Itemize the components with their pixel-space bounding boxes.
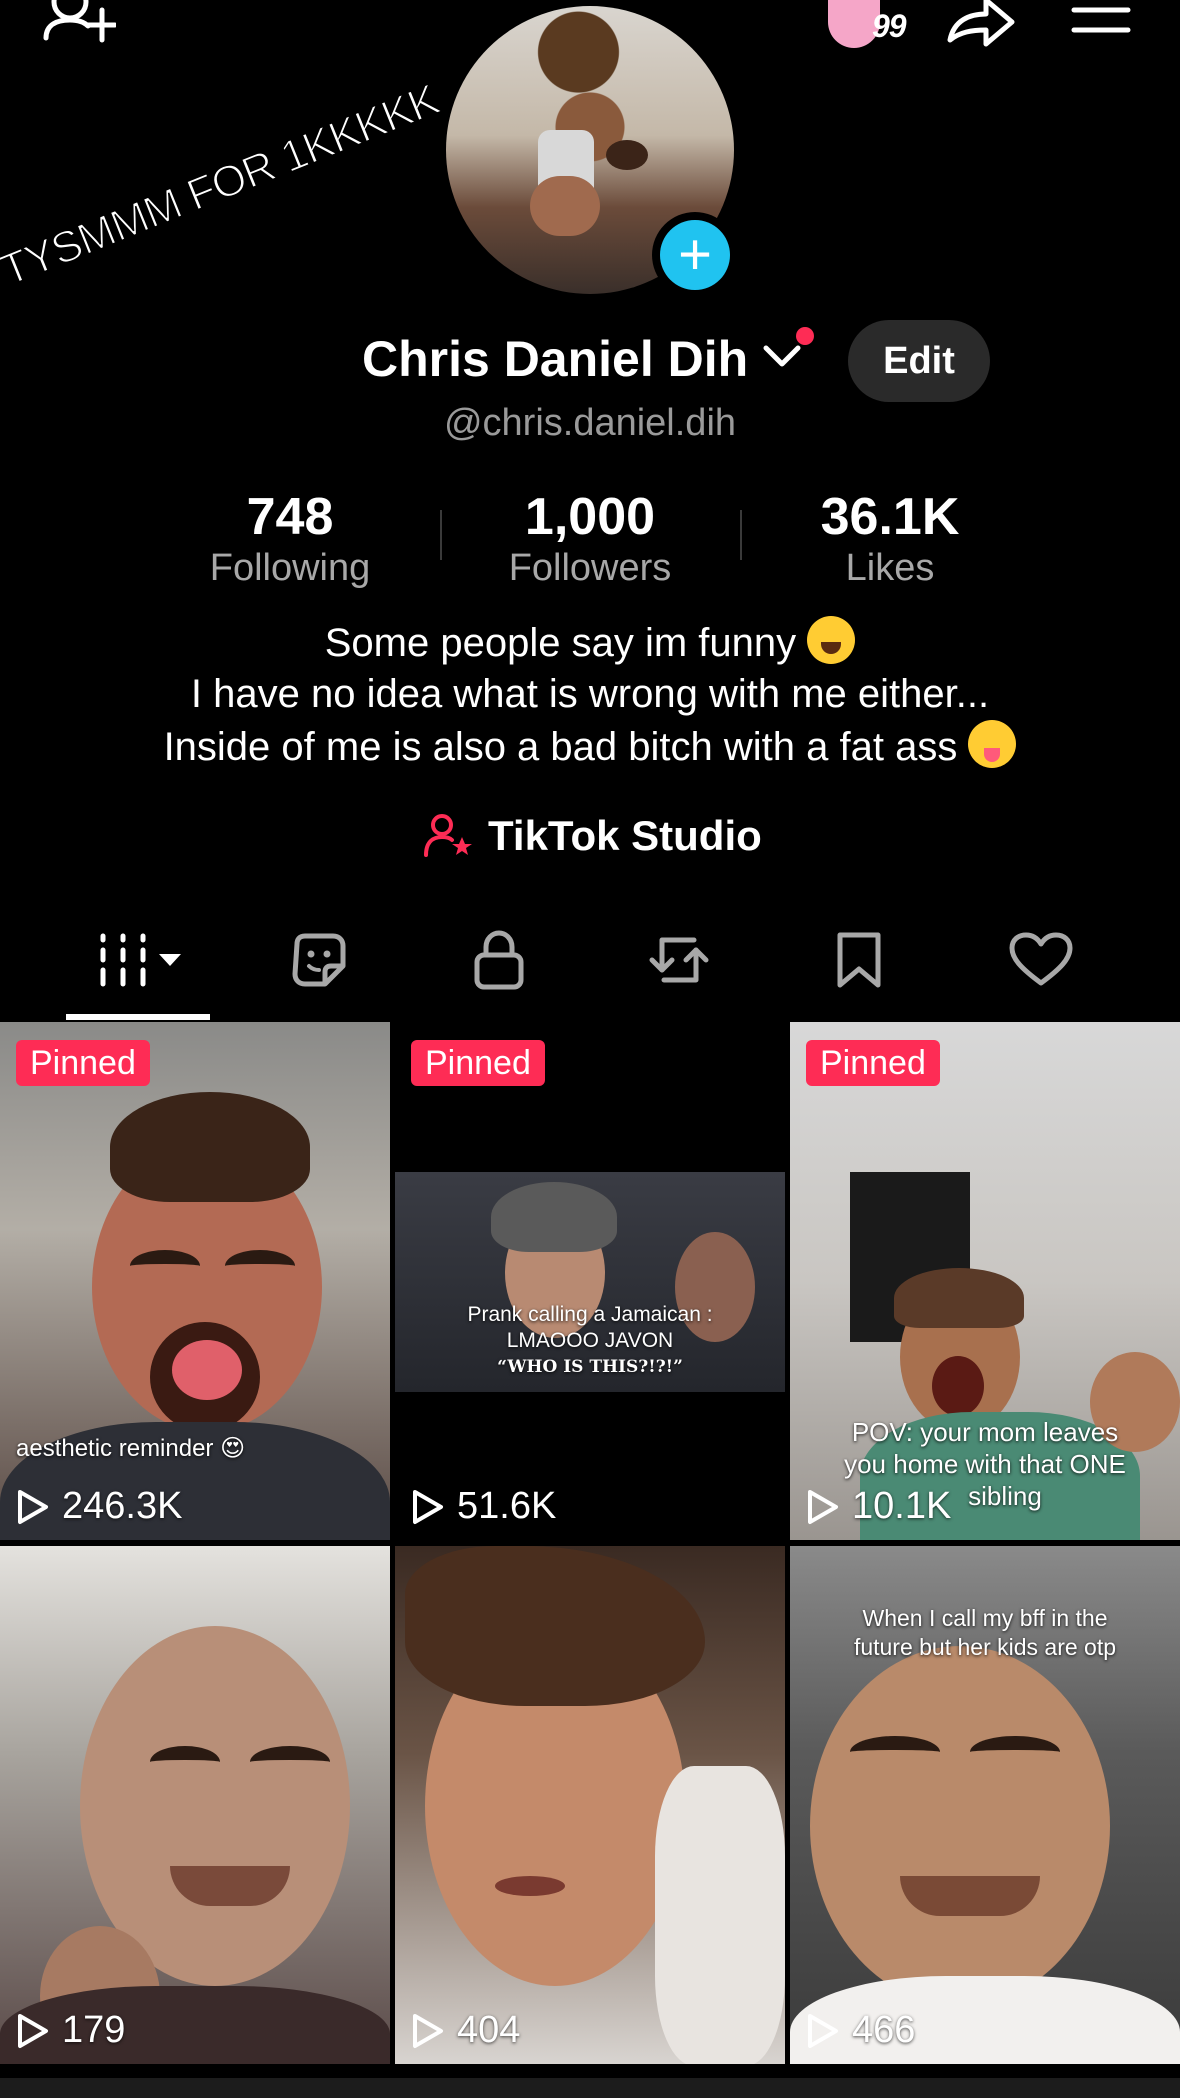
play-icon: [413, 1489, 443, 1524]
stat-label: Following: [209, 547, 371, 589]
video-thumbnail[interactable]: 404: [395, 1546, 785, 2064]
bio-line: Inside of me is also a bad bitch with a …: [163, 725, 958, 769]
stat-following[interactable]: 748 Following: [140, 488, 440, 590]
view-count: 179: [16, 2009, 125, 2052]
add-avatar-button[interactable]: +: [652, 212, 738, 298]
play-icon: [413, 2013, 443, 2048]
plus-icon: +: [660, 220, 730, 290]
chevron-down-icon[interactable]: [762, 340, 802, 375]
menu-icon[interactable]: [1070, 0, 1132, 40]
pinned-badge: Pinned: [16, 1040, 150, 1086]
video-caption: aesthetic reminder 😍: [16, 1435, 246, 1462]
profile-bio: Some people say im funny I have no idea …: [0, 616, 1180, 773]
sticker-icon: [292, 933, 346, 987]
creator-star-icon: [424, 814, 472, 857]
stat-label: Followers: [508, 547, 672, 589]
video-thumbnail[interactable]: When I call my bff in the future but her…: [790, 1546, 1180, 2064]
video-caption: Prank calling a Jamaican : LMAOOO JAVON …: [467, 1303, 713, 1377]
play-icon: [18, 1489, 48, 1524]
inbox-badge[interactable]: 99: [828, 0, 907, 48]
stat-value: 748: [246, 488, 334, 546]
inbox-count: 99: [872, 8, 907, 44]
bookmark-icon: [837, 932, 881, 988]
stat-likes[interactable]: 36.1K Likes: [740, 488, 1040, 590]
play-icon: [808, 2013, 838, 2048]
tab-favorites[interactable]: [784, 910, 934, 1010]
view-count: 246.3K: [16, 1485, 182, 1528]
play-icon: [808, 1489, 838, 1524]
video-caption: When I call my bff in the future but her…: [853, 1605, 1117, 1660]
notification-dot: [796, 327, 814, 345]
studio-label: TikTok Studio: [488, 812, 762, 859]
view-count: 466: [806, 2009, 915, 2052]
pinned-badge: Pinned: [806, 1040, 940, 1086]
tiktok-studio-link[interactable]: TikTok Studio: [424, 812, 762, 860]
share-icon[interactable]: [944, 0, 1016, 50]
profile-name: Chris Daniel Dih: [362, 331, 749, 387]
active-tab-indicator: [66, 1014, 210, 1020]
play-icon: [18, 2013, 48, 2048]
view-count: 10.1K: [806, 1485, 951, 1528]
video-thumbnail[interactable]: Pinned POV: your mom leaves you home wit…: [790, 1022, 1180, 1540]
next-row-preview: [0, 2078, 1180, 2098]
view-count: 51.6K: [411, 1485, 556, 1528]
stat-label: Likes: [845, 547, 935, 589]
pinned-badge: Pinned: [411, 1040, 545, 1086]
tab-stickers[interactable]: [244, 910, 394, 1010]
video-thumbnail[interactable]: Pinned aesthetic reminder 😍 246.3K: [0, 1022, 390, 1540]
view-count: 404: [411, 2009, 520, 2052]
stat-value: 1,000: [524, 488, 656, 546]
tab-videos[interactable]: [64, 910, 214, 1010]
profile-handle: @chris.daniel.dih: [443, 402, 737, 444]
bio-line: Some people say im funny: [324, 621, 797, 665]
edit-profile-button[interactable]: Edit: [848, 320, 990, 402]
crying-emoji-icon: [807, 616, 856, 664]
heart-icon: [1009, 932, 1073, 986]
stat-value: 36.1K: [820, 488, 960, 546]
tab-private[interactable]: [424, 910, 574, 1010]
bio-line: I have no idea what is wrong with me eit…: [190, 672, 990, 716]
tab-liked[interactable]: [966, 910, 1116, 1010]
video-thumbnail[interactable]: Pinned Prank calling a Jamaican : LMAOOO…: [395, 1022, 785, 1540]
grid-icon: [100, 933, 181, 987]
video-thumbnail[interactable]: 179: [0, 1546, 390, 2064]
repost-icon: [649, 937, 709, 983]
add-friend-icon[interactable]: [40, 0, 116, 52]
lock-icon: [474, 930, 524, 990]
sticker-text: TYSMMM FOR 1KKKKK: [0, 74, 446, 296]
tongue-emoji-icon: [968, 720, 1017, 768]
tab-reposts[interactable]: [604, 910, 754, 1010]
stat-followers[interactable]: 1,000 Followers: [440, 488, 740, 590]
profile-tabs: [0, 910, 1180, 1020]
